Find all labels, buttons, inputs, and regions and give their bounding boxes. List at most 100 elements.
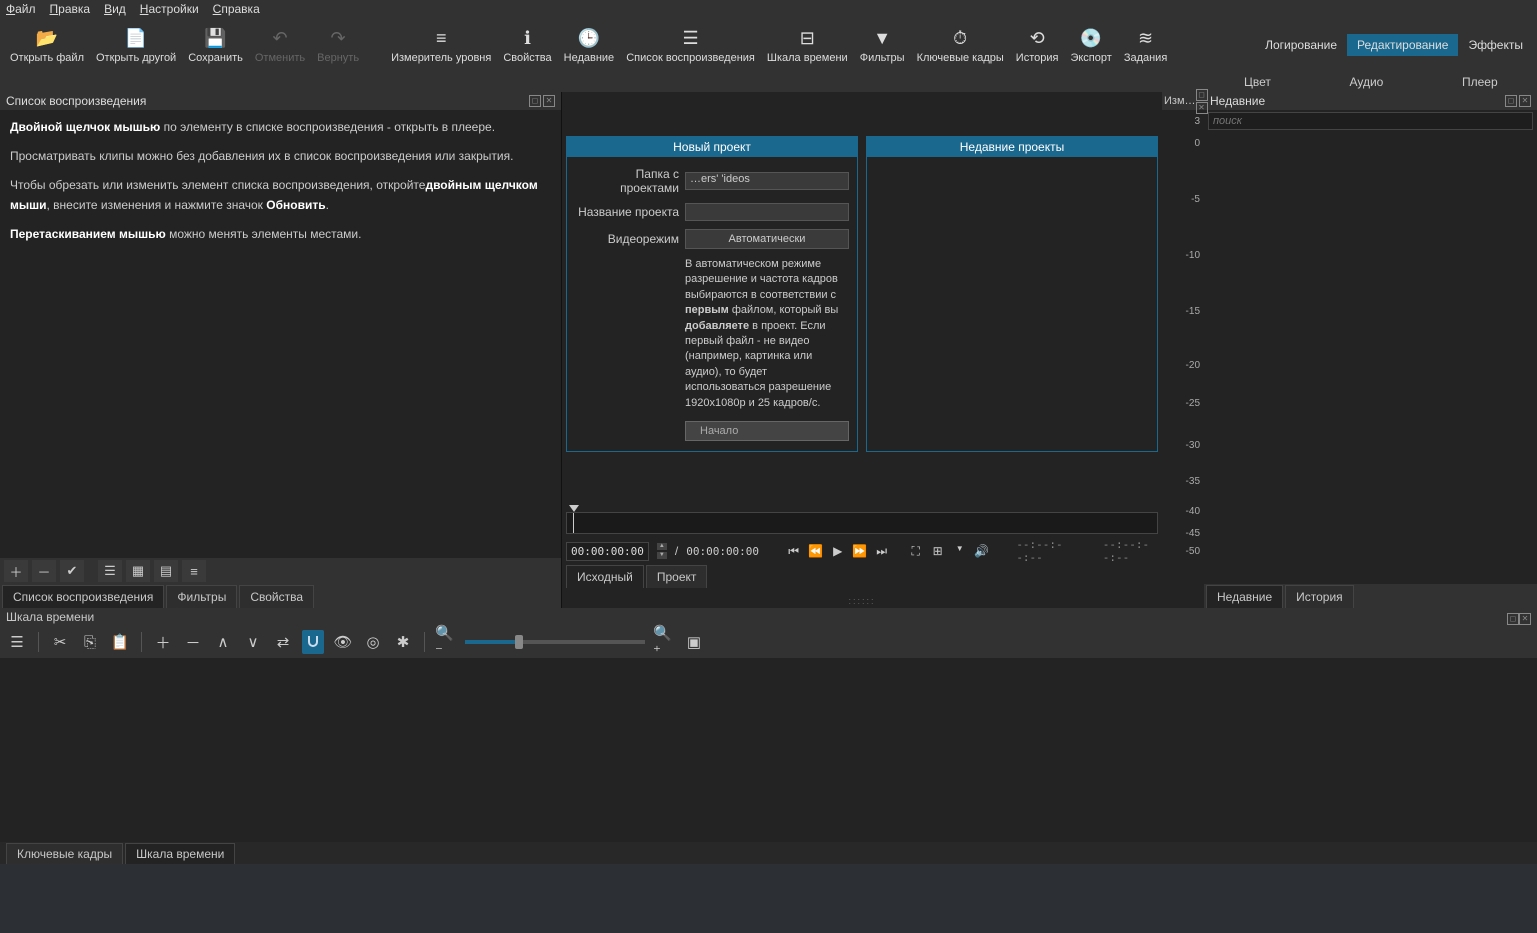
- grid-button[interactable]: ⊞: [930, 544, 946, 559]
- mode-logging[interactable]: Логирование: [1255, 34, 1347, 56]
- tab-timeline[interactable]: Шкала времени: [125, 843, 235, 864]
- drag-handle-icon[interactable]: ::::::: [562, 596, 1162, 606]
- grid-dropdown-icon[interactable]: ▼: [952, 544, 968, 559]
- append-button[interactable]: ＋: [152, 630, 174, 654]
- playlist-remove-button[interactable]: －: [32, 560, 56, 582]
- history-icon: ⟲: [1030, 26, 1045, 50]
- menu-help[interactable]: Справка: [213, 2, 260, 16]
- timeline-icon: ⊟: [800, 26, 815, 50]
- forward-button[interactable]: ⏩: [852, 544, 868, 559]
- volume-button[interactable]: 🔊: [974, 544, 990, 559]
- export-button[interactable]: 💿Экспорт: [1064, 19, 1117, 71]
- recent-button[interactable]: 🕒Недавние: [558, 19, 621, 71]
- insert-button[interactable]: ∨: [242, 630, 264, 654]
- tab-source[interactable]: Исходный: [566, 565, 644, 588]
- context-color[interactable]: Цвет: [1244, 75, 1271, 89]
- play-button[interactable]: ▶: [830, 544, 846, 559]
- view-details-button[interactable]: ☰: [98, 560, 122, 582]
- recent-dock-icon[interactable]: ◻: [1505, 95, 1517, 107]
- playlist-add-button[interactable]: ＋: [4, 560, 28, 582]
- ripple-button[interactable]: ◎: [362, 630, 384, 654]
- keyframes-button[interactable]: ⏱Ключевые кадры: [911, 19, 1010, 71]
- playhead-marker-icon[interactable]: [569, 505, 579, 512]
- transport-bar: 00:00:00:00 ▲▼ / 00:00:00:00 ⏮ ⏪ ▶ ⏩ ⏭ ⛶…: [566, 538, 1158, 564]
- recent-search-input[interactable]: [1208, 112, 1533, 130]
- context-player[interactable]: Плеер: [1462, 75, 1498, 89]
- skip-end-button[interactable]: ⏭: [874, 544, 890, 559]
- context-bar: Цвет Аудио Плеер: [0, 72, 1537, 92]
- skip-start-button[interactable]: ⏮: [786, 544, 802, 559]
- playlist-button[interactable]: ☰Список воспроизведения: [620, 19, 761, 71]
- timecode-current[interactable]: 00:00:00:00: [566, 542, 649, 561]
- level-meter-button[interactable]: ≡Измеритель уровня: [385, 19, 497, 71]
- timeline-toolbar: ☰ ✂ ⎘ 📋 ＋ － ∧ ∨ ⇄ 👁 ◎ ✱ 🔍⁻ 🔍⁺ ▣: [0, 626, 1537, 658]
- project-folder-input[interactable]: …ers' 'ideos: [685, 172, 849, 190]
- start-button[interactable]: Начало: [685, 421, 849, 441]
- recent-close-icon[interactable]: ✕: [1519, 95, 1531, 107]
- stack-icon: ≋: [1138, 26, 1153, 50]
- timeline-body[interactable]: [0, 658, 1537, 842]
- redo-button[interactable]: ↷Вернуть: [311, 19, 365, 71]
- zoom-fit-button[interactable]: ⛶: [908, 544, 924, 559]
- view-list-button[interactable]: ≡: [182, 560, 206, 582]
- timeline-button[interactable]: ⊟Шкала времени: [761, 19, 854, 71]
- playlist-dock-icon[interactable]: ◻: [529, 95, 541, 107]
- view-tiles-button[interactable]: ▦: [126, 560, 150, 582]
- overwrite-button[interactable]: ⇄: [272, 630, 294, 654]
- video-mode-note: В автоматическом режиме разрешение и час…: [685, 257, 849, 411]
- tab-history[interactable]: История: [1285, 585, 1354, 608]
- tl-menu-button[interactable]: ☰: [6, 630, 28, 654]
- playlist-close-icon[interactable]: ✕: [543, 95, 555, 107]
- zoom-slider[interactable]: [465, 640, 645, 644]
- tasks-button[interactable]: ≋Задания: [1118, 19, 1173, 71]
- meter-scale: 3 0 -5 -10 -15 -20 -25 -30 -35 -40 -45 -…: [1162, 110, 1204, 608]
- timecode-spinner[interactable]: ▲▼: [657, 542, 667, 560]
- context-audio[interactable]: Аудио: [1349, 75, 1383, 89]
- scrub-audio-button[interactable]: 👁: [332, 630, 354, 654]
- tab-keyframes[interactable]: Ключевые кадры: [6, 843, 123, 864]
- mode-effects[interactable]: Эффекты: [1458, 34, 1533, 56]
- lift-button[interactable]: ∧: [212, 630, 234, 654]
- mode-editing[interactable]: Редактирование: [1347, 34, 1458, 56]
- tab-properties[interactable]: Свойства: [239, 585, 314, 608]
- undo-button[interactable]: ↶Отменить: [249, 19, 311, 71]
- menu-file[interactable]: Файл: [6, 2, 36, 16]
- save-button[interactable]: 💾Сохранить: [182, 19, 249, 71]
- playhead-line: [573, 513, 574, 533]
- open-file-button[interactable]: 📂Открыть файл: [4, 19, 90, 71]
- timeline-dock-icon[interactable]: ◻: [1507, 613, 1519, 625]
- zoom-thumb[interactable]: [515, 635, 523, 649]
- project-name-input[interactable]: [685, 203, 849, 221]
- copy-button[interactable]: ⎘: [79, 630, 101, 654]
- info-icon: ℹ: [524, 26, 531, 50]
- ripple-all-button[interactable]: ✱: [392, 630, 414, 654]
- history-button[interactable]: ⟲История: [1010, 19, 1065, 71]
- menu-settings[interactable]: Настройки: [140, 2, 199, 16]
- delete-button[interactable]: －: [182, 630, 204, 654]
- open-other-button[interactable]: 📄Открыть другой: [90, 19, 182, 71]
- tab-project[interactable]: Проект: [646, 565, 708, 588]
- rewind-button[interactable]: ⏪: [808, 544, 824, 559]
- timeline-title: Шкала времени: [6, 610, 94, 624]
- paste-button[interactable]: 📋: [109, 630, 131, 654]
- zoom-fit-timeline-button[interactable]: ▣: [683, 630, 705, 654]
- tab-recent[interactable]: Недавние: [1206, 585, 1283, 608]
- filters-button[interactable]: ▼Фильтры: [854, 19, 911, 71]
- snap-button[interactable]: [302, 630, 324, 654]
- menu-view[interactable]: Вид: [104, 2, 126, 16]
- cut-button[interactable]: ✂: [49, 630, 71, 654]
- tab-filters[interactable]: Фильтры: [166, 585, 237, 608]
- scrub-bar[interactable]: [566, 512, 1158, 534]
- out-point: --:--:--:--: [1103, 538, 1158, 564]
- tab-playlist[interactable]: Список воспроизведения: [2, 585, 164, 608]
- meter-dock-icon[interactable]: ◻: [1196, 89, 1208, 101]
- file-plus-icon: 📄: [125, 26, 147, 50]
- properties-button[interactable]: ℹСвойства: [497, 19, 557, 71]
- video-mode-button[interactable]: Автоматически: [685, 229, 849, 249]
- playlist-update-button[interactable]: ✔: [60, 560, 84, 582]
- view-icons-button[interactable]: ▤: [154, 560, 178, 582]
- timeline-close-icon[interactable]: ✕: [1519, 613, 1531, 625]
- zoom-out-button[interactable]: 🔍⁻: [435, 630, 457, 654]
- zoom-in-button[interactable]: 🔍⁺: [653, 630, 675, 654]
- menu-edit[interactable]: Правка: [50, 2, 91, 16]
